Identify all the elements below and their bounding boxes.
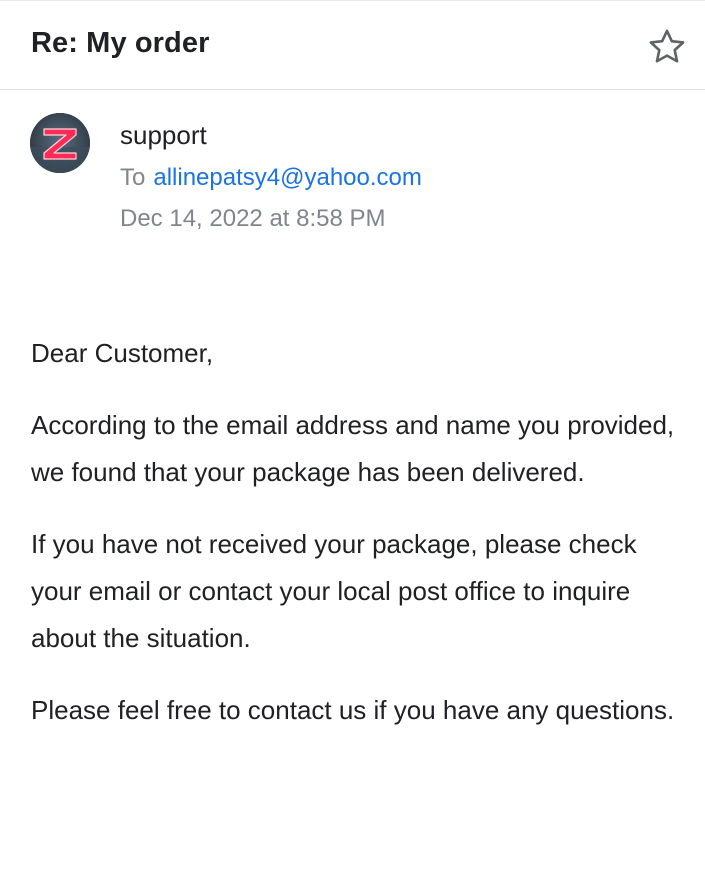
email-view: Re: My order support To allinepatsy4@yah…	[0, 0, 705, 877]
recipient-line: To allinepatsy4@yahoo.com	[120, 164, 422, 192]
body-paragraph: Please feel free to contact us if you ha…	[31, 695, 675, 725]
email-header: Re: My order	[0, 1, 705, 90]
star-button[interactable]	[644, 24, 690, 70]
email-body: Dear Customer, According to the email ad…	[31, 330, 681, 759]
body-paragraph: If you have not received your package, p…	[31, 529, 637, 653]
avatar-image	[30, 113, 90, 173]
avatar[interactable]	[30, 113, 90, 173]
email-date: Dec 14, 2022 at 8:58 PM	[120, 205, 386, 232]
body-paragraph: According to the email address and name …	[31, 410, 675, 487]
recipient-address-link[interactable]: allinepatsy4@yahoo.com	[153, 164, 422, 191]
star-outline-icon	[649, 29, 685, 63]
email-subject: Re: My order	[31, 27, 210, 59]
sender-name: support	[120, 120, 207, 150]
body-greeting: Dear Customer,	[31, 338, 214, 368]
sender-block: support To allinepatsy4@yahoo.com Dec 14,…	[0, 90, 705, 250]
to-label: To	[120, 164, 146, 191]
